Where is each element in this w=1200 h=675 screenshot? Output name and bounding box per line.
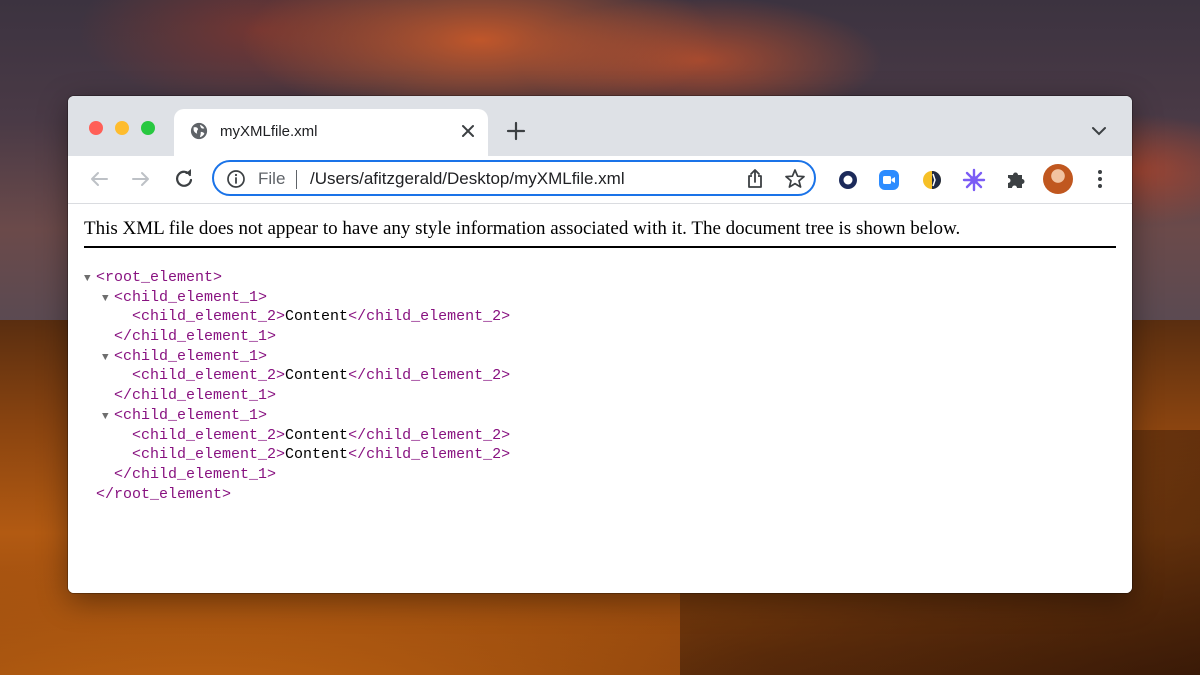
xml-tag: <child_element_2> [132, 426, 286, 444]
xml-tag: <root_element> [96, 269, 223, 286]
tab-title: myXMLfile.xml [220, 123, 318, 140]
xml-tree-line: </child_element_1> [84, 465, 510, 485]
url-separator [296, 170, 297, 189]
xml-tree-line: ▼ <root_element> [84, 268, 510, 288]
xml-tree-line: <child_element_2>Content</child_element_… [84, 445, 510, 465]
browser-window: myXMLfile.xml File /Users/afitzgerald/De… [68, 96, 1132, 593]
xml-tag: <child_element_1> [114, 288, 268, 306]
page-content: This XML file does not appear to have an… [68, 204, 1132, 593]
xml-tag: <child_element_2> [132, 308, 286, 326]
xml-text-content: Content [285, 367, 349, 385]
xml-closing-tag: </child_element_2> [348, 446, 511, 464]
tab-active[interactable]: myXMLfile.xml [174, 109, 488, 156]
flag-extension-icon[interactable] [920, 168, 944, 192]
xml-tag: </root_element> [96, 485, 232, 503]
forward-arrow-icon[interactable] [130, 168, 152, 190]
xml-tag: <child_element_2> [132, 367, 286, 385]
star-icon[interactable] [784, 168, 806, 190]
xml-text-content: Content [285, 308, 349, 326]
xml-tree-line: ▼ <child_element_1> [84, 406, 510, 426]
xml-text-content: Content [285, 446, 349, 464]
xml-tag: </child_element_1> [114, 465, 277, 483]
puzzle-icon[interactable] [1004, 168, 1028, 192]
info-icon[interactable] [226, 169, 246, 189]
address-bar[interactable]: File /Users/afitzgerald/Desktop/myXMLfil… [212, 160, 816, 196]
xml-tree-line: </root_element> [84, 485, 510, 505]
avatar[interactable] [1043, 164, 1073, 194]
reload-icon[interactable] [173, 168, 195, 190]
xml-tree: ▼ <root_element> ▼ <child_element_1> <chil… [84, 268, 510, 504]
xml-tag: </child_element_1> [114, 328, 277, 346]
xml-closing-tag: </child_element_2> [348, 367, 511, 385]
collapse-triangle-icon[interactable]: ▼ [84, 270, 96, 290]
xml-closing-tag: </child_element_2> [348, 308, 511, 326]
xml-tree-line: <child_element_2>Content</child_element_… [84, 426, 510, 446]
kebab-menu-icon[interactable] [1092, 168, 1108, 190]
xml-tag: <child_element_1> [114, 347, 268, 365]
xml-closing-tag: </child_element_2> [348, 426, 511, 444]
xml-tag: <child_element_1> [114, 406, 268, 424]
xml-tag: <child_element_2> [132, 446, 286, 464]
xml-notice: This XML file does not appear to have an… [84, 218, 1116, 248]
ring-extension-icon[interactable] [836, 168, 860, 192]
xml-tree-line: ▼ <child_element_1> [84, 288, 510, 308]
collapse-triangle-icon[interactable]: ▼ [102, 408, 114, 428]
url-text[interactable]: /Users/afitzgerald/Desktop/myXMLfile.xml [310, 169, 625, 189]
tab-bar: myXMLfile.xml [68, 96, 1132, 156]
xml-tree-line: <child_element_2>Content</child_element_… [84, 307, 510, 327]
xml-tag: </child_element_1> [114, 387, 277, 405]
back-arrow-icon[interactable] [88, 168, 110, 190]
close-icon[interactable] [458, 121, 478, 141]
xml-tree-line: ▼ <child_element_1> [84, 347, 510, 367]
plus-icon[interactable] [506, 121, 526, 141]
maximize-window-button[interactable] [141, 121, 155, 135]
xml-tree-line: </child_element_1> [84, 386, 510, 406]
chevron-down-icon[interactable] [1090, 124, 1108, 138]
url-scheme-label: File [258, 169, 286, 188]
close-window-button[interactable] [89, 121, 103, 135]
share-icon[interactable] [744, 168, 766, 190]
video-extension-icon[interactable] [877, 168, 901, 192]
toolbar: File /Users/afitzgerald/Desktop/myXMLfil… [68, 156, 1132, 204]
xml-text-content: Content [285, 426, 349, 444]
globe-icon [190, 122, 208, 140]
sparkle-extension-icon[interactable] [962, 168, 986, 192]
xml-tree-line: </child_element_1> [84, 327, 510, 347]
minimize-window-button[interactable] [115, 121, 129, 135]
xml-tree-line: <child_element_2>Content</child_element_… [84, 366, 510, 386]
